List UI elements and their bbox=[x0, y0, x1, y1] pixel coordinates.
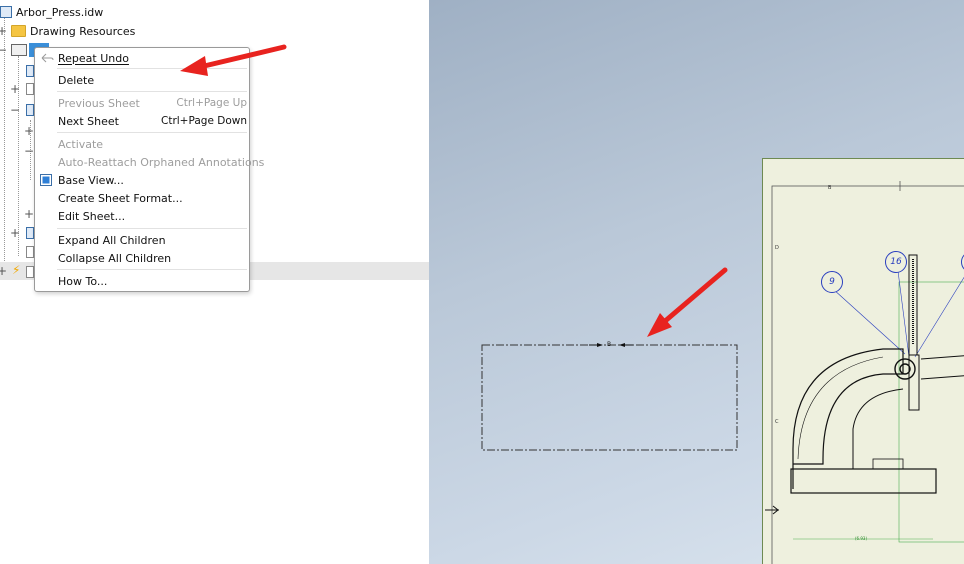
menu-item-shortcut: Ctrl+Page Down bbox=[161, 115, 247, 127]
item-balloon[interactable]: 9 bbox=[821, 271, 843, 293]
zone-label: C bbox=[775, 419, 779, 425]
tree-expander[interactable]: + bbox=[24, 208, 34, 220]
menu-item-label: Collapse All Children bbox=[58, 251, 172, 265]
tree-node-sheet-format[interactable] bbox=[26, 243, 34, 261]
tree-expander[interactable]: − bbox=[24, 145, 34, 157]
press-table bbox=[872, 458, 904, 470]
tree-expander[interactable]: + bbox=[10, 227, 20, 239]
annotation-arrow bbox=[661, 267, 728, 325]
menu-item-label: Edit Sheet... bbox=[58, 209, 126, 223]
menu-item-next-sheet[interactable]: Next Sheet Ctrl+Page Down bbox=[35, 112, 249, 130]
menu-item-collapse-all-children[interactable]: Collapse All Children bbox=[35, 249, 249, 267]
sheet-graphics bbox=[771, 181, 964, 564]
menu-item-create-sheet-format[interactable]: Create Sheet Format... bbox=[35, 189, 249, 207]
tree-expander[interactable]: + bbox=[0, 265, 7, 277]
sheet-border bbox=[771, 185, 964, 564]
menu-item-expand-all-children[interactable]: Expand All Children bbox=[35, 231, 249, 249]
tree-expander[interactable]: + bbox=[24, 125, 34, 137]
menu-item-label: Activate bbox=[58, 137, 104, 151]
balloon-leader bbox=[832, 288, 906, 355]
balloon-leader bbox=[914, 276, 964, 358]
menu-item-edit-sheet[interactable]: Edit Sheet... bbox=[35, 207, 249, 225]
view-boundary[interactable] bbox=[481, 344, 738, 451]
item-balloon[interactable]: 16 bbox=[885, 251, 907, 273]
drawing-sheet[interactable]: B D C 16 9 (6.93) bbox=[762, 158, 964, 564]
model-browser: Arbor_Press.idw + Drawing Resources − + … bbox=[0, 0, 429, 564]
menu-item-activate[interactable]: Activate bbox=[35, 135, 249, 153]
balloon-number: 9 bbox=[829, 277, 835, 287]
sheet-icon bbox=[26, 266, 34, 278]
pinion-outer bbox=[894, 358, 916, 380]
view-icon bbox=[26, 227, 34, 239]
press-inner-curve bbox=[852, 388, 904, 469]
tree-node-view[interactable] bbox=[26, 101, 34, 119]
press-body-outline bbox=[792, 348, 904, 489]
menu-item-base-view[interactable]: Base View... bbox=[35, 171, 249, 189]
press-handle bbox=[920, 375, 964, 380]
graphics-window[interactable]: B B D C 16 9 (6.93) bbox=[429, 0, 964, 564]
tree-node-sheet-2[interactable] bbox=[26, 263, 34, 281]
menu-item-label: How To... bbox=[58, 274, 108, 288]
menu-item-label: Create Sheet Format... bbox=[58, 191, 183, 205]
section-arrowhead bbox=[619, 343, 625, 347]
annotation-arrow bbox=[180, 44, 287, 76]
menu-separator bbox=[57, 228, 247, 229]
zone-label: B bbox=[828, 185, 832, 191]
menu-item-label: Auto-Reattach Orphaned Annotations bbox=[58, 155, 265, 169]
edge-arrow-icon bbox=[765, 505, 779, 515]
menu-separator bbox=[57, 132, 247, 133]
menu-separator bbox=[57, 269, 247, 270]
tree-expander[interactable]: − bbox=[10, 104, 20, 116]
balloon-number: 16 bbox=[890, 257, 902, 267]
menu-item-auto-reattach[interactable]: Auto-Reattach Orphaned Annotations bbox=[35, 153, 264, 171]
press-body-edge bbox=[797, 356, 884, 460]
press-base bbox=[790, 468, 937, 494]
balloon-leader bbox=[897, 270, 910, 358]
view-icon bbox=[26, 104, 34, 116]
zone-label: D bbox=[775, 245, 779, 251]
menu-item-how-to[interactable]: How To... bbox=[35, 272, 249, 290]
section-arrowhead bbox=[597, 343, 603, 347]
tree-node-view[interactable] bbox=[26, 224, 34, 242]
sheet-format-icon bbox=[26, 246, 34, 258]
menu-item-label: Expand All Children bbox=[58, 233, 166, 247]
menu-item-label: Next Sheet bbox=[58, 114, 119, 128]
lightning-icon: ⚡ bbox=[12, 263, 21, 277]
section-label: B bbox=[607, 341, 612, 348]
press-handle bbox=[920, 355, 964, 360]
base-view-icon bbox=[40, 174, 52, 186]
dimension-text: (6.93) bbox=[855, 536, 868, 541]
menu-item-label: Base View... bbox=[58, 173, 124, 187]
